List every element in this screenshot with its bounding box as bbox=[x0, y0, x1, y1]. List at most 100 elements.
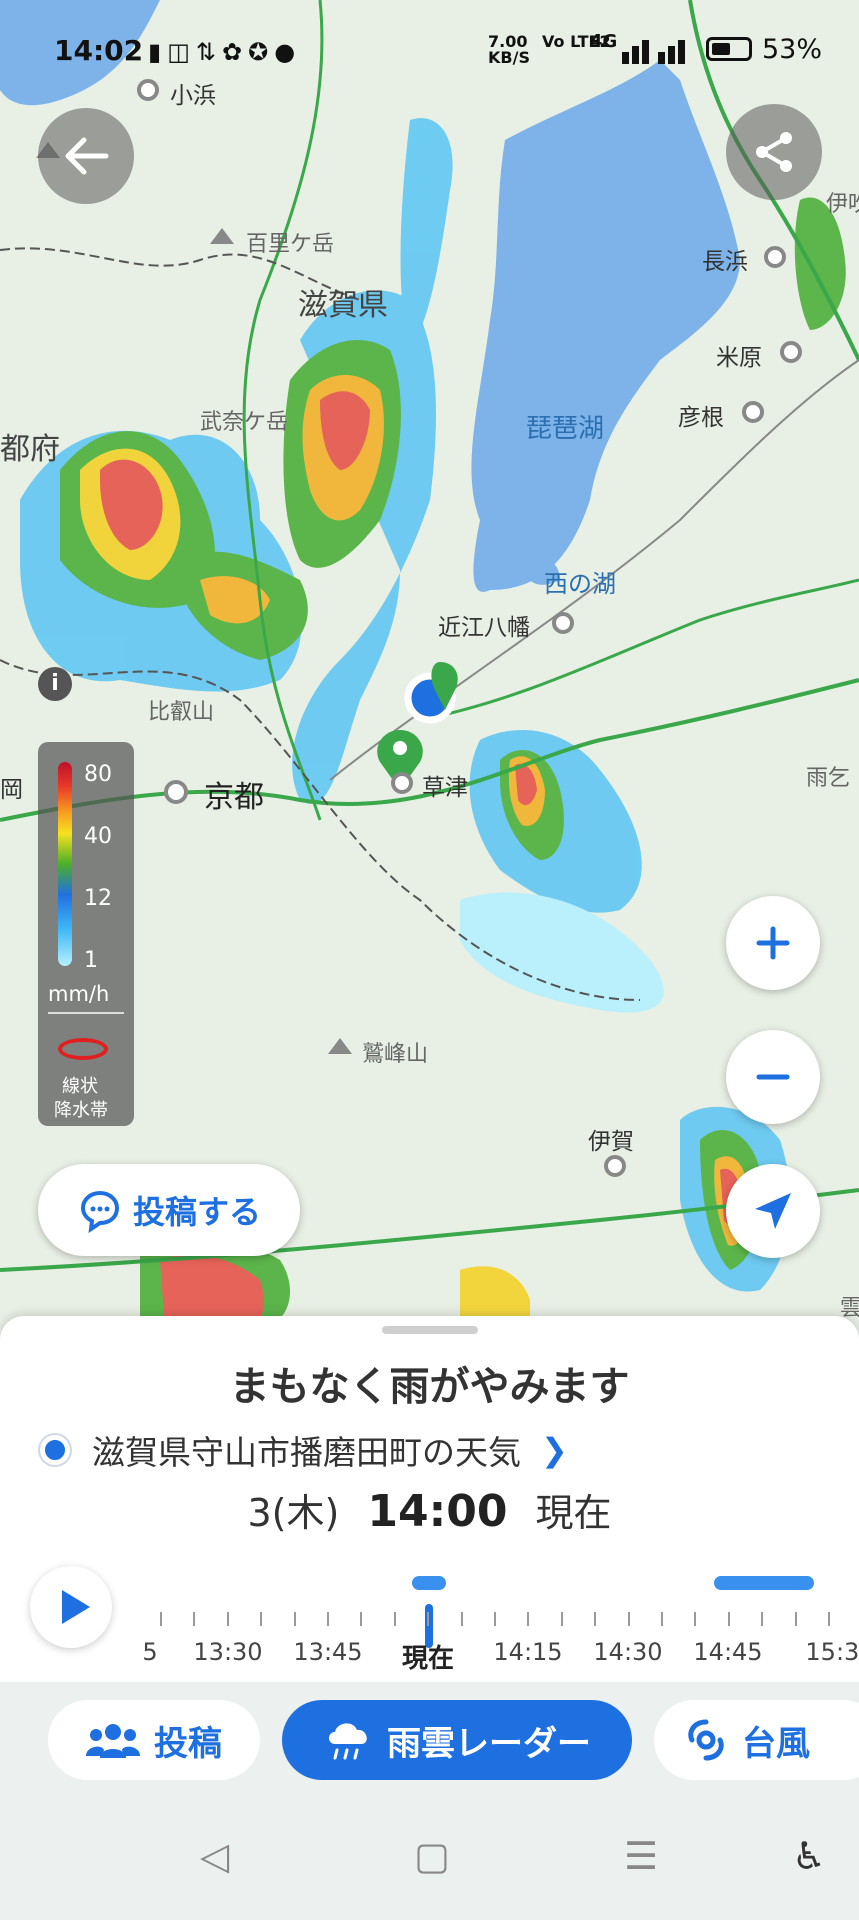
label-oka: 岡 bbox=[0, 777, 23, 803]
battery-icon bbox=[706, 37, 752, 61]
timeline-tick bbox=[260, 1612, 263, 1626]
sheet-drag-handle[interactable] bbox=[382, 1326, 478, 1334]
slider-thumb-cap bbox=[412, 1576, 446, 1590]
label-hieizan: 比叡山 bbox=[148, 700, 215, 725]
post-report-label: 投稿する bbox=[132, 1193, 261, 1231]
timeline-tick bbox=[193, 1612, 196, 1626]
tab-post[interactable]: 投稿 bbox=[48, 1700, 260, 1780]
current-time-row: 3(木) 14:00 現在 bbox=[0, 1482, 859, 1537]
timeline-tick bbox=[360, 1612, 363, 1626]
label-hyakurigatake: 百里ケ岳 bbox=[246, 232, 335, 257]
my-location-button[interactable] bbox=[726, 1164, 820, 1258]
post-report-button[interactable]: 投稿する bbox=[38, 1164, 300, 1256]
timeline-tick bbox=[226, 1612, 229, 1626]
timeline-tick bbox=[828, 1612, 830, 1626]
system-nav-bar: ◁ ▢ ☰ ♿ bbox=[0, 1802, 859, 1920]
legend-linear-band-label-1: 線状 bbox=[62, 1076, 98, 1097]
nav-home-icon[interactable]: ▢ bbox=[414, 1834, 450, 1878]
timeline-label: 14:30 bbox=[593, 1638, 663, 1666]
timeline-label: 14:45 bbox=[693, 1638, 763, 1666]
users-icon bbox=[86, 1724, 140, 1758]
location-name: 滋賀県守山市播磨田町の天気 bbox=[92, 1433, 521, 1472]
data-saver-icon: ⇅ bbox=[195, 38, 223, 66]
current-time: 14:00 bbox=[367, 1486, 508, 1537]
tab-rain-radar-label: 雨雲レーダー bbox=[387, 1723, 591, 1764]
cube-icon: ◫ bbox=[167, 38, 196, 66]
play-button[interactable] bbox=[30, 1566, 112, 1648]
nav-back-icon[interactable]: ◁ bbox=[200, 1834, 229, 1878]
notification-app-icon: ▮ bbox=[148, 38, 168, 66]
label-nagahama: 長浜 bbox=[702, 249, 748, 275]
arrow-left-icon bbox=[65, 137, 109, 175]
plus-icon bbox=[756, 926, 790, 960]
legend-unit: mm/h bbox=[48, 982, 110, 1006]
share-button[interactable] bbox=[726, 104, 822, 200]
legend-value: 1 bbox=[84, 948, 98, 973]
timeline-tick bbox=[494, 1612, 496, 1626]
legend-divider bbox=[48, 1012, 124, 1014]
rain-period-indicator bbox=[714, 1576, 814, 1590]
star-badge-icon: ✪ bbox=[248, 38, 275, 66]
typhoon-icon bbox=[688, 1719, 724, 1761]
label-kusatsu: 草津 bbox=[422, 775, 468, 801]
tab-typhoon-label: 台風 bbox=[742, 1723, 810, 1764]
accessibility-icon[interactable]: ♿ bbox=[792, 1834, 826, 1878]
timeline-label: 13:45 bbox=[293, 1638, 363, 1666]
signal-bars-icon bbox=[622, 40, 685, 64]
timeline-tick bbox=[694, 1612, 697, 1626]
location-weather-link[interactable]: 滋賀県守山市播磨田町の天気 ❯ bbox=[40, 1426, 568, 1474]
zoom-out-button[interactable] bbox=[726, 1030, 820, 1124]
signal-type: 4G bbox=[590, 31, 618, 52]
timeline-label: 5 bbox=[142, 1638, 158, 1666]
rain-cloud-icon bbox=[329, 1723, 367, 1760]
status-time: 14:02 bbox=[54, 34, 144, 67]
current-date: 3(木) bbox=[247, 1491, 340, 1535]
location-dot-icon bbox=[40, 1435, 70, 1465]
label-kyoto: 京都 bbox=[204, 780, 264, 815]
timeline-tick bbox=[293, 1612, 296, 1626]
timeline-tick bbox=[594, 1612, 597, 1626]
timeline-label: 15:30 bbox=[805, 1638, 859, 1666]
timeline-label: 13:30 bbox=[193, 1638, 263, 1666]
net-speed-unit: KB/S bbox=[488, 48, 530, 67]
battery-level bbox=[712, 43, 730, 55]
tab-typhoon[interactable]: 台風 bbox=[654, 1700, 859, 1780]
radar-map[interactable]: 小浜 百里ケ岳 滋賀県 長浜 米原 彦根 琵琶湖 武奈ケ岳 都府 西の湖 近江八… bbox=[0, 0, 859, 1330]
info-icon[interactable]: i bbox=[38, 667, 72, 701]
bottom-tabs: 投稿 雨雲レーダー 台風 bbox=[0, 1682, 859, 1802]
current-label: 現在 bbox=[535, 1491, 612, 1535]
label-iga: 伊賀 bbox=[588, 1129, 634, 1155]
minus-icon bbox=[756, 1074, 790, 1080]
dot-icon: ● bbox=[274, 38, 302, 66]
label-kyoto-prefecture: 都府 bbox=[0, 432, 60, 467]
rabbit-icon: ✿ bbox=[222, 38, 249, 66]
rain-legend: 80 40 12 1 mm/h 線状 降水帯 bbox=[38, 742, 134, 1126]
timeline-tick bbox=[393, 1612, 396, 1626]
navigation-arrow-icon bbox=[755, 1193, 791, 1229]
timeline-tick bbox=[761, 1612, 764, 1626]
timeline-tick bbox=[727, 1612, 730, 1626]
label-amago: 雨乞 bbox=[806, 766, 851, 791]
timeline-tick bbox=[427, 1612, 430, 1626]
status-bar: 14:02 ▮◫⇅✿✪● 7.00 KB/S Vo LTE2 4G 53% bbox=[0, 28, 859, 74]
timeline-tick bbox=[527, 1612, 530, 1626]
chat-bubble-add-icon bbox=[80, 1190, 119, 1233]
lake-biwa bbox=[471, 60, 740, 592]
timeline-label: 現在 bbox=[401, 1644, 455, 1674]
nav-recents-icon[interactable]: ☰ bbox=[624, 1834, 658, 1878]
forecast-headline: まもなく雨がやみます bbox=[229, 1364, 630, 1410]
map-canvas bbox=[0, 0, 859, 1330]
label-maibara: 米原 bbox=[716, 345, 762, 371]
time-slider[interactable]: 5 13:30 13:45 現在 14:15 14:30 14:45 15:30 bbox=[140, 1576, 859, 1676]
label-shiga-prefecture: 滋賀県 bbox=[298, 288, 388, 323]
label-lake-biwa: 琵琶湖 bbox=[526, 414, 605, 444]
zoom-in-button[interactable] bbox=[726, 896, 820, 990]
back-button[interactable] bbox=[38, 108, 134, 204]
timeline-tick bbox=[460, 1612, 463, 1626]
label-hikone: 彦根 bbox=[678, 405, 724, 431]
timeline-label: 14:15 bbox=[493, 1638, 563, 1666]
label-omihachiman: 近江八幡 bbox=[438, 615, 530, 641]
tab-rain-radar[interactable]: 雨雲レーダー bbox=[282, 1700, 632, 1780]
label-washiminesan: 鷲峰山 bbox=[362, 1042, 429, 1067]
timeline-tick bbox=[560, 1612, 563, 1626]
